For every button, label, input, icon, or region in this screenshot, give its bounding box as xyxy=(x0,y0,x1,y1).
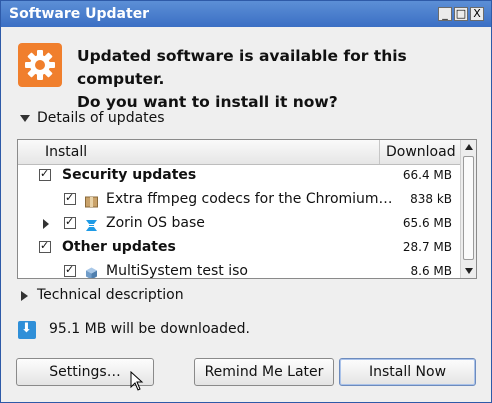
update-headline: Updated software is available for this c… xyxy=(77,45,491,114)
row-size: 66.4 MB xyxy=(402,168,452,182)
updates-tree[interactable]: Install Download Security updates 66.4 M… xyxy=(17,139,477,279)
column-separator xyxy=(379,140,380,164)
column-download[interactable]: Download xyxy=(386,144,456,160)
vertical-scrollbar[interactable] xyxy=(460,140,476,278)
updater-gear-icon xyxy=(18,43,62,87)
scroll-down-arrow-icon[interactable] xyxy=(461,264,476,278)
window-title: Software Updater xyxy=(9,6,150,22)
row-label: Zorin OS base xyxy=(106,215,205,231)
other-updates-checkbox[interactable] xyxy=(39,239,51,253)
collapsed-triangle-icon xyxy=(21,291,28,301)
zorin-icon xyxy=(85,217,98,231)
scrollbar-thumb[interactable] xyxy=(463,156,474,260)
details-toggle-label: Details of updates xyxy=(37,110,165,126)
tree-row-ffmpeg[interactable]: Extra ffmpeg codecs for the Chromium… 83… xyxy=(18,188,460,212)
row-size: 28.7 MB xyxy=(402,240,452,254)
tree-header: Install Download xyxy=(18,140,460,165)
technical-description-label: Technical description xyxy=(37,287,184,303)
zorin-base-checkbox[interactable] xyxy=(64,215,76,229)
row-size: 838 kB xyxy=(410,192,452,206)
cube-icon xyxy=(85,265,98,278)
download-icon xyxy=(18,321,36,339)
collapsed-expander-icon[interactable] xyxy=(43,219,49,229)
maximize-button[interactable]: □ xyxy=(454,7,468,21)
ffmpeg-checkbox[interactable] xyxy=(64,191,76,205)
row-label: Extra ffmpeg codecs for the Chromium… xyxy=(106,191,393,207)
package-icon xyxy=(85,193,98,208)
scroll-up-arrow-icon[interactable] xyxy=(461,140,476,154)
row-size: 8.6 MB xyxy=(410,264,452,278)
tree-row-other-updates[interactable]: Other updates 28.7 MB xyxy=(18,236,460,260)
close-button[interactable]: X xyxy=(470,7,484,21)
tree-row-security-updates[interactable]: Security updates 66.4 MB xyxy=(18,164,460,188)
headline-line-1: Updated software is available for this c… xyxy=(77,47,407,88)
expanded-triangle-icon xyxy=(20,115,30,122)
download-summary: 95.1 MB will be downloaded. xyxy=(49,321,250,337)
multisystem-checkbox[interactable] xyxy=(64,263,76,277)
tree-row-multisystem[interactable]: MultiSystem test iso 8.6 MB xyxy=(18,260,460,279)
title-bar[interactable]: Software Updater _ □ X xyxy=(1,1,491,27)
column-install[interactable]: Install xyxy=(45,144,87,160)
remind-me-later-button[interactable]: Remind Me Later xyxy=(194,358,334,386)
row-label: Other updates xyxy=(62,239,176,255)
row-label: Security updates xyxy=(62,167,197,183)
install-now-button[interactable]: Install Now xyxy=(339,358,476,386)
tree-row-zorin-os-base[interactable]: Zorin OS base 65.6 MB xyxy=(18,212,460,236)
security-updates-checkbox[interactable] xyxy=(39,167,51,181)
software-updater-window: Software Updater _ □ X Updated software … xyxy=(0,0,492,403)
minimize-button[interactable]: _ xyxy=(438,7,452,21)
row-size: 65.6 MB xyxy=(402,216,452,230)
row-label: MultiSystem test iso xyxy=(106,263,248,279)
